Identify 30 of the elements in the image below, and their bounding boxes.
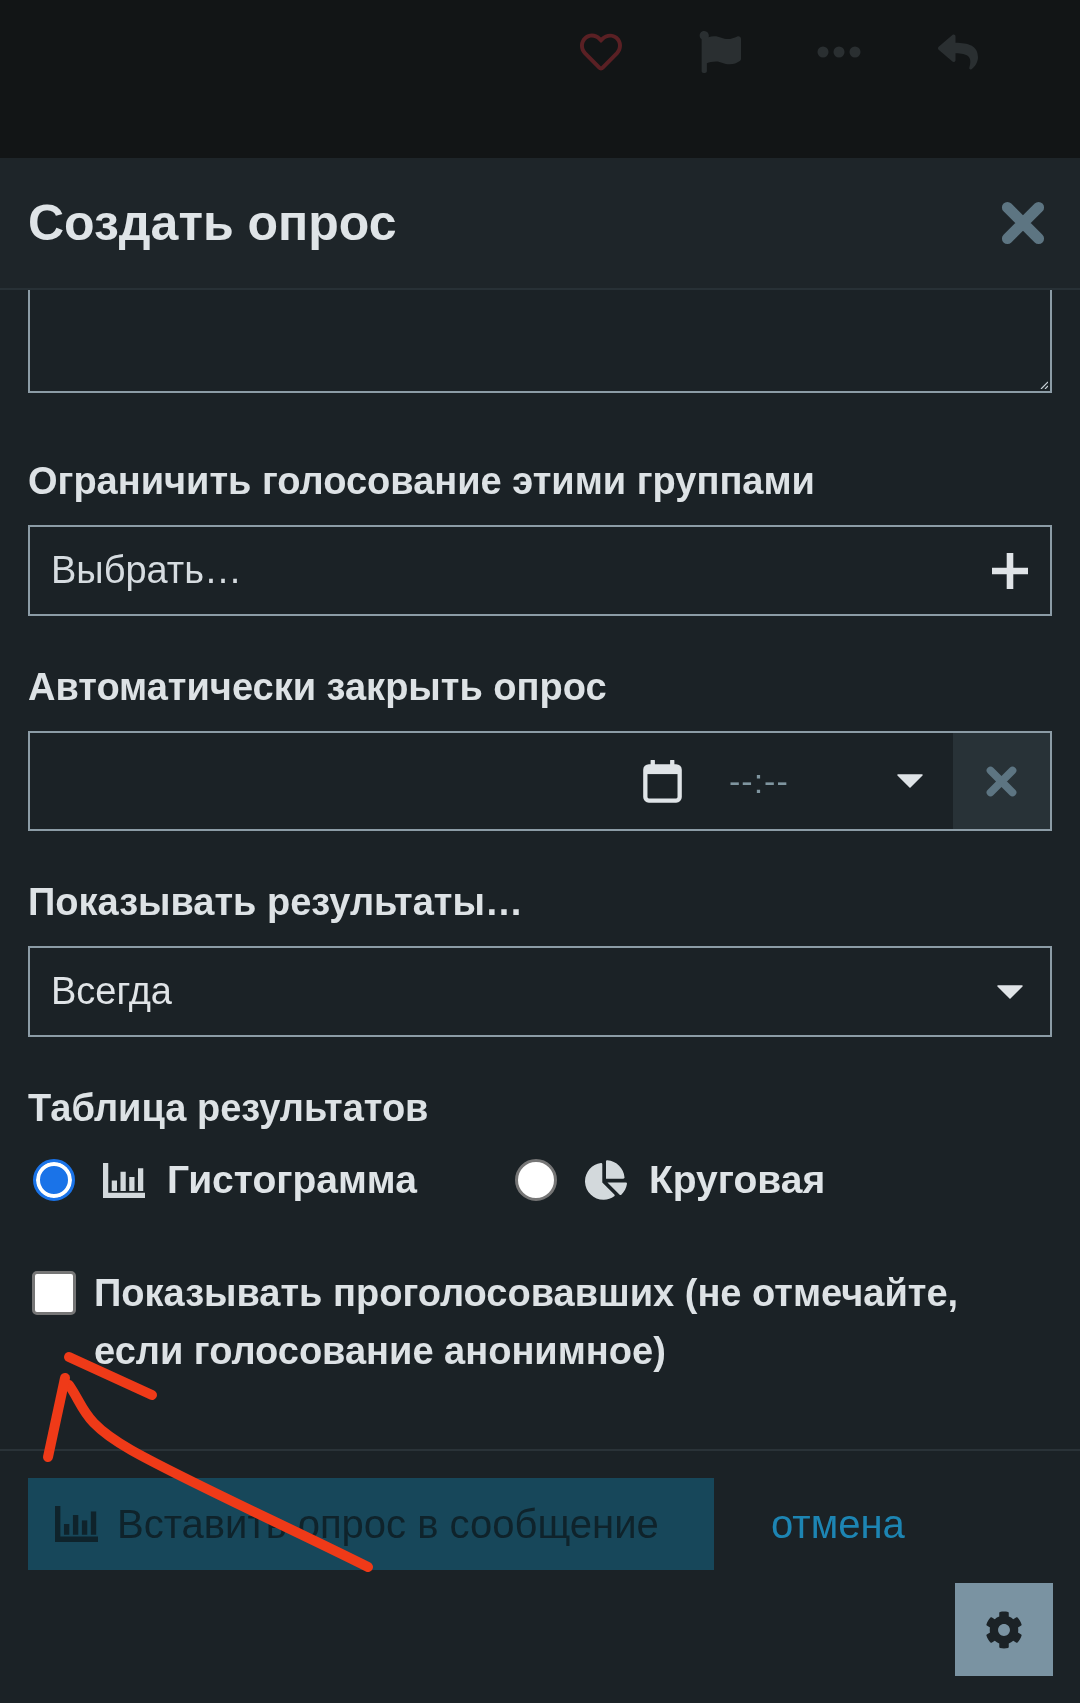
caret-icon — [997, 984, 1023, 999]
field-label: Ограничить голосование этими группами — [28, 459, 816, 504]
resize-grip-icon[interactable] — [1040, 381, 1048, 389]
caret-icon — [897, 774, 923, 788]
close-icon — [1001, 201, 1045, 245]
calendar-icon — [643, 759, 682, 803]
plus-icon — [992, 552, 1028, 589]
field-label: Автоматически закрыть опрос — [28, 665, 608, 710]
option-label[interactable]: Круговая — [649, 1158, 826, 1202]
field-label: Показывать результаты… — [28, 880, 524, 925]
option-label[interactable]: Гистограмма — [167, 1158, 417, 1202]
time-input[interactable]: --:-- — [700, 733, 953, 829]
settings-icon — [985, 1610, 1023, 1649]
clear-button[interactable] — [953, 733, 1050, 829]
close-button[interactable] — [1001, 201, 1045, 245]
dialog-title: Создать опрос — [28, 194, 397, 252]
text-area[interactable] — [28, 290, 1052, 393]
bar-chart-icon — [103, 1162, 145, 1198]
select-field[interactable]: Выбрать… — [28, 525, 1052, 616]
bar-chart-icon — [55, 1506, 98, 1542]
checkbox-label[interactable]: Показывать проголосовавших (не отмечайте, если голосование анонимное) — [94, 1264, 1052, 1380]
radio-button[interactable] — [33, 1159, 75, 1201]
close-icon — [986, 765, 1017, 797]
select-field[interactable]: Всегда — [28, 946, 1052, 1037]
field-label: Таблица результатов — [28, 1086, 430, 1131]
settings-button[interactable] — [955, 1583, 1053, 1676]
pie-chart-icon — [585, 1160, 627, 1200]
checkbox[interactable] — [32, 1271, 76, 1315]
cancel-link[interactable]: отмена — [771, 1501, 905, 1547]
radio-button[interactable] — [515, 1159, 557, 1201]
